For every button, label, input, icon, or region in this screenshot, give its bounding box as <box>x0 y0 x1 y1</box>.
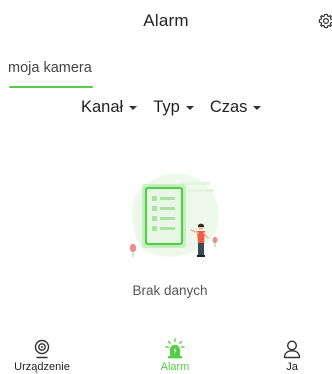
alarm-icon <box>164 338 186 360</box>
camera-icon <box>31 338 53 360</box>
time-filter-label: Czas <box>209 97 248 116</box>
channel-filter-label: Kanał <box>81 97 124 116</box>
header-title: Alarm <box>143 11 189 30</box>
caret-down-icon <box>129 106 138 110</box>
settings-button[interactable] <box>318 13 332 29</box>
type-filter-label: Typ <box>153 97 180 116</box>
time-filter[interactable]: Czas <box>210 98 262 117</box>
device-tab[interactable]: moja kamera <box>8 58 93 90</box>
caret-down-icon <box>253 106 262 110</box>
filter-bar: Kanał Typ Czas <box>81 96 262 118</box>
tab-me[interactable]: Ja <box>257 334 327 374</box>
caret-down-icon <box>185 106 194 110</box>
bottom-tab-bar: Urządzenie Alarm Ja <box>0 334 332 374</box>
type-filter[interactable]: Typ <box>153 98 194 117</box>
tab-me-label: Ja <box>286 361 298 373</box>
tab-alarm-label: Alarm <box>160 361 190 373</box>
channel-filter[interactable]: Kanał <box>81 97 138 117</box>
device-tab-underline <box>9 86 93 88</box>
tab-alarm[interactable]: Alarm <box>140 334 210 374</box>
device-tab-label: moja kamera <box>8 60 92 76</box>
tab-device-label: Urządzenie <box>14 361 70 373</box>
empty-state-text: Brak danych <box>132 283 208 298</box>
empty-list-illustration <box>118 162 228 272</box>
tab-device[interactable]: Urządzenie <box>7 334 77 374</box>
gear-icon <box>318 13 332 29</box>
user-icon <box>281 338 303 360</box>
